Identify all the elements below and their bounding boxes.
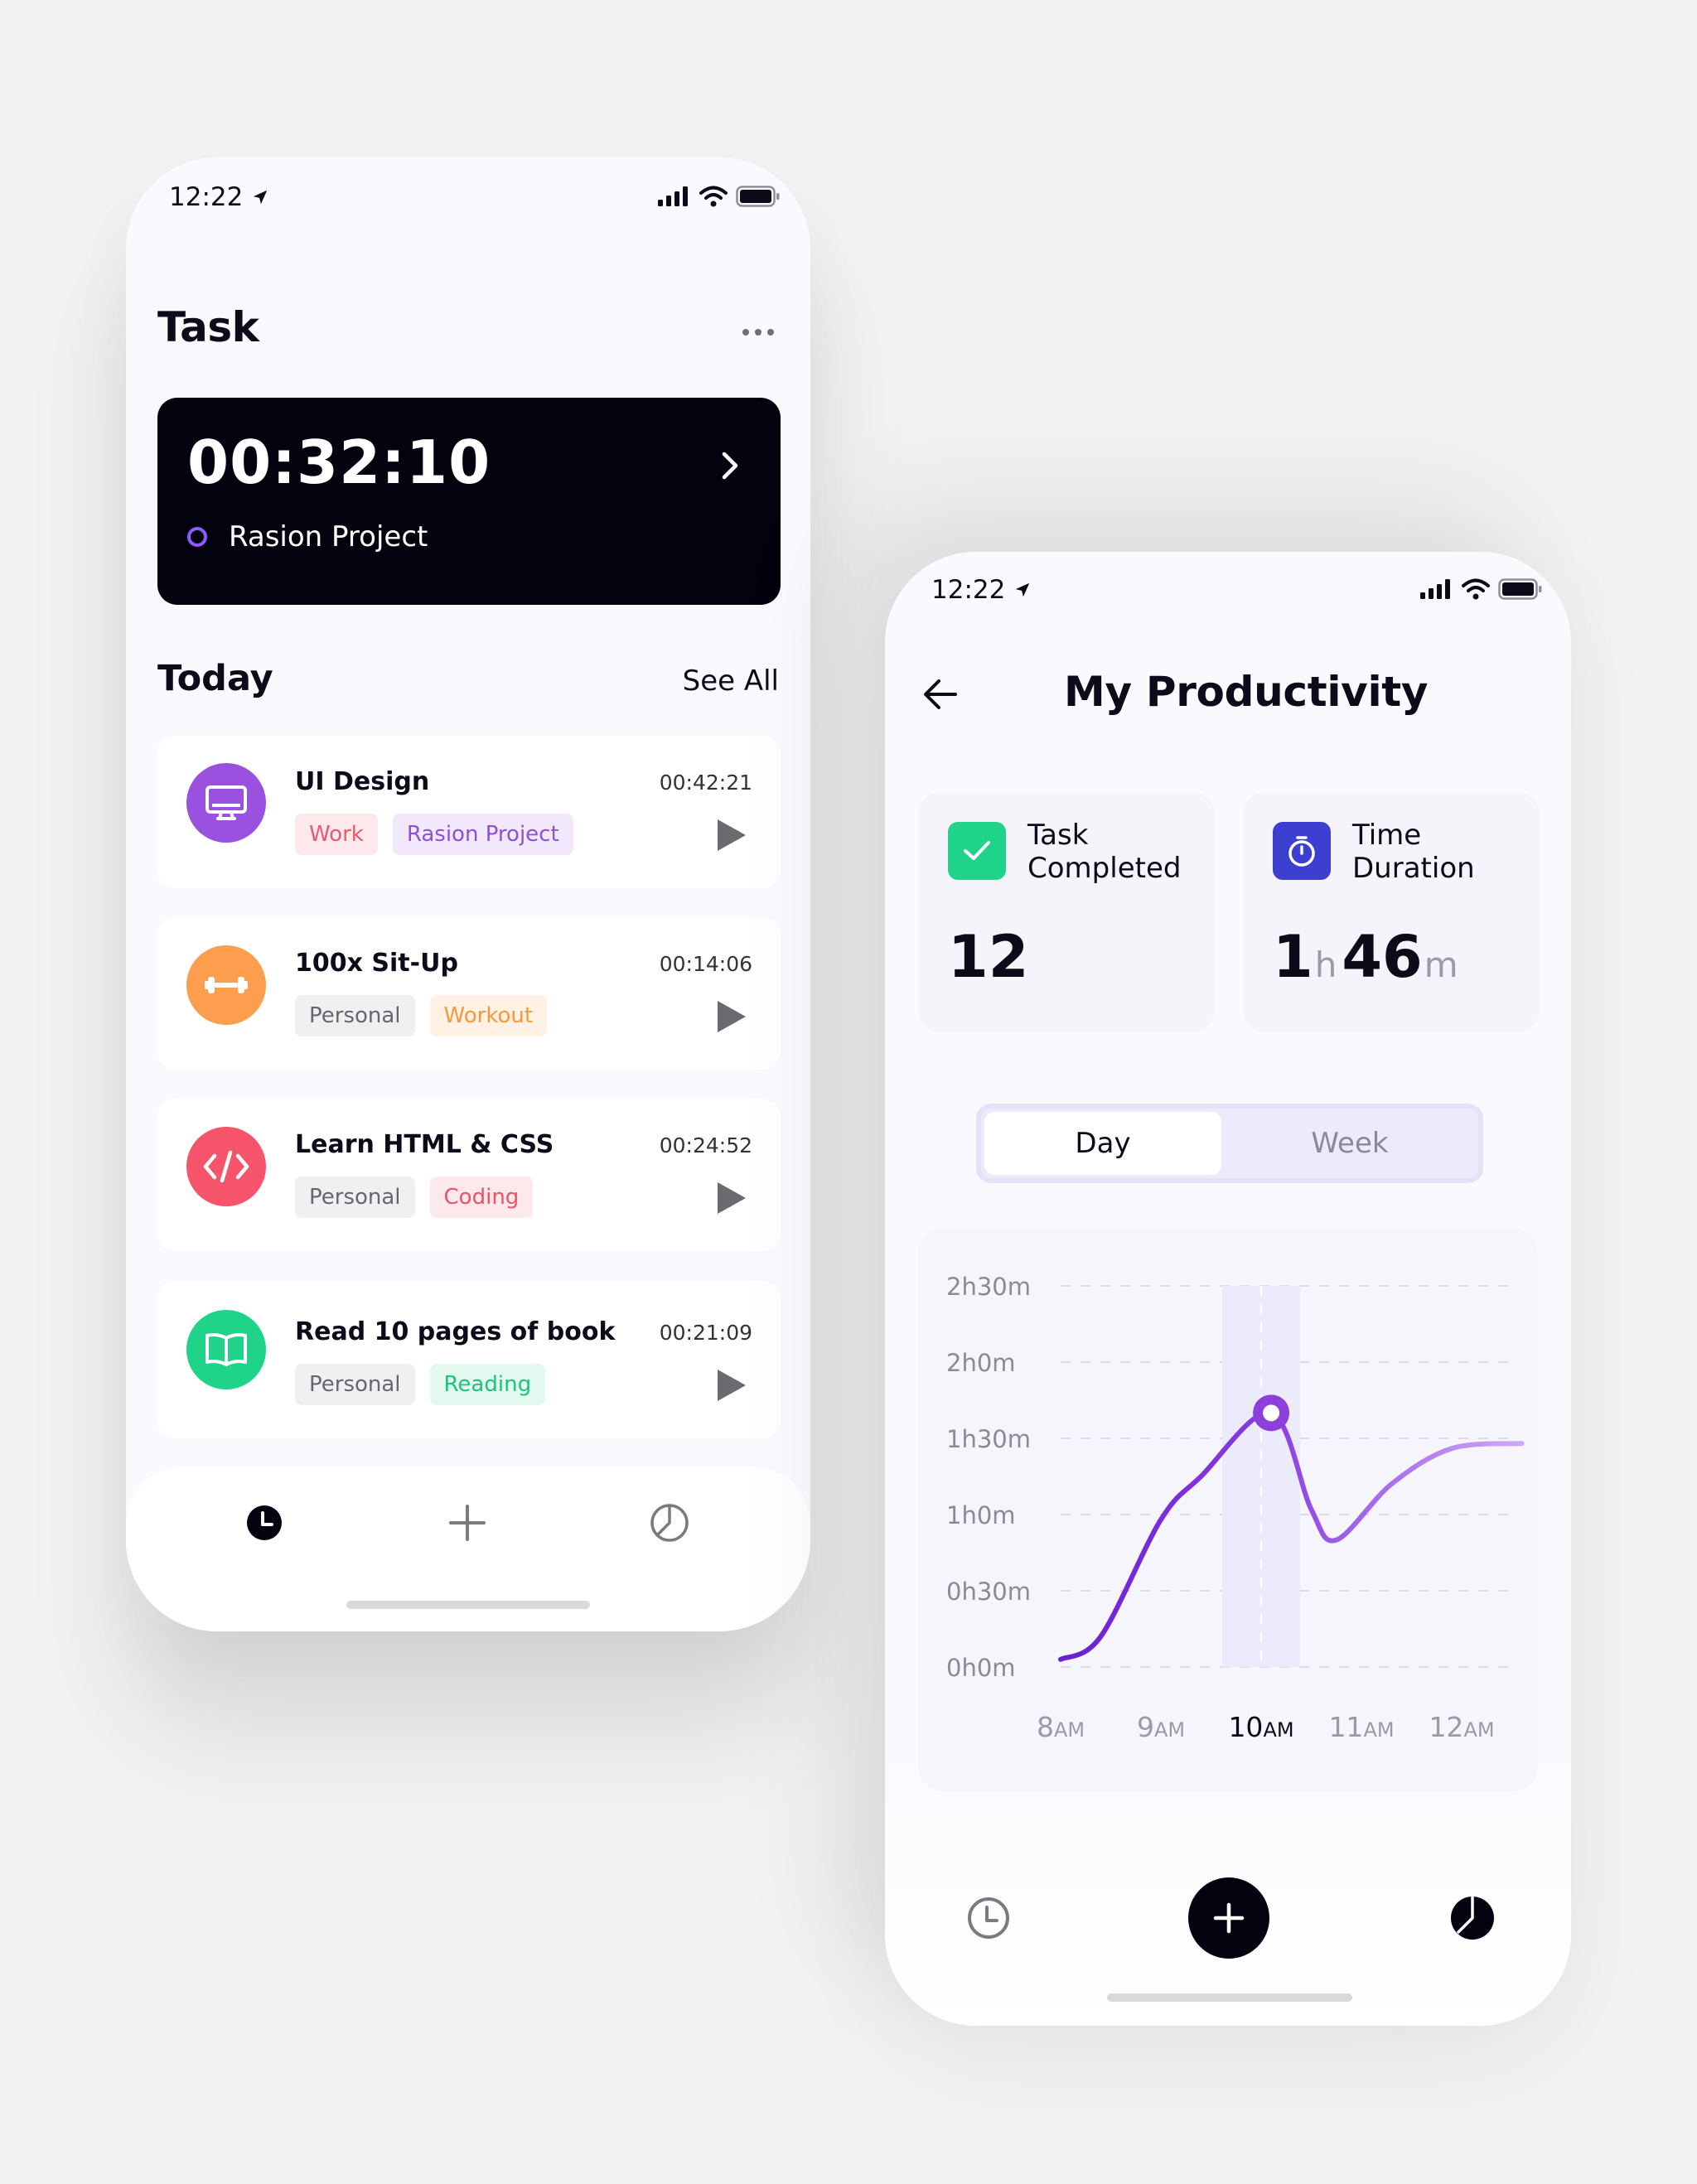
battery-icon	[1498, 578, 1542, 600]
period-segmented-control: Day Week	[976, 1104, 1483, 1183]
task-item-html-css[interactable]: Learn HTML & CSS 00:24:52 Personal Codin…	[157, 1099, 781, 1251]
task-completed-label: Task Completed	[1027, 819, 1182, 885]
segment-day[interactable]: Day	[984, 1112, 1221, 1175]
status-bar-icons	[1420, 578, 1543, 600]
tag-personal: Personal	[295, 995, 415, 1036]
y-tick-label: 2h30m	[946, 1273, 1031, 1301]
task-tags: Personal Coding	[295, 1177, 534, 1218]
task-item-read-book[interactable]: Read 10 pages of book 00:21:09 Personal …	[157, 1281, 781, 1438]
signal-icon	[658, 186, 688, 206]
time-duration-label: Time Duration	[1352, 819, 1475, 885]
play-icon[interactable]	[718, 1370, 746, 1401]
task-name: Read 10 pages of book	[295, 1317, 616, 1346]
tag-project: Rasion Project	[392, 814, 573, 855]
task-item-ui-design[interactable]: UI Design 00:42:21 Work Rasion Project	[157, 736, 781, 888]
task-item-sit-up[interactable]: 100x Sit-Up 00:14:06 Personal Workout	[157, 917, 781, 1070]
more-options-icon[interactable]	[742, 329, 774, 336]
bottom-tab-bar	[126, 1466, 810, 1631]
task-duration: 00:21:09	[659, 1321, 752, 1345]
tag-workout: Workout	[429, 995, 548, 1036]
see-all-link[interactable]: See All	[683, 664, 779, 698]
timer-project: Rasion Project	[187, 520, 428, 553]
play-icon[interactable]	[718, 1182, 746, 1214]
tag-coding: Coding	[429, 1177, 534, 1218]
status-bar-time: 12:22	[931, 575, 1032, 605]
task-tags: Work Rasion Project	[295, 814, 573, 855]
productivity-chart-panel: 2h30m 2h0m 1h30m 1h0m 0h30m 0h0m 8AM 9AM 10AM 11…	[918, 1228, 1538, 1791]
tag-work: Work	[295, 814, 378, 855]
monitor-icon	[186, 763, 266, 843]
task-screen: 12:22 Task 00:32:10 Rasion Project Today…	[126, 157, 810, 1631]
wifi-icon	[699, 186, 728, 207]
task-name: UI Design	[295, 767, 430, 796]
back-arrow-icon[interactable]	[922, 678, 959, 711]
timer-clock-icon[interactable]	[245, 1504, 283, 1542]
productivity-line-chart: 2h30m 2h0m 1h30m 1h0m 0h30m 0h0m 8AM 9AM 10AM 11…	[946, 1273, 1525, 1743]
battery-icon	[736, 186, 780, 207]
stopwatch-icon	[1273, 822, 1331, 880]
task-duration: 00:14:06	[659, 952, 752, 976]
add-icon[interactable]	[448, 1504, 486, 1542]
checkmark-icon	[948, 822, 1006, 880]
code-icon	[186, 1127, 266, 1206]
signal-icon	[1420, 579, 1450, 599]
task-completed-value: 12	[948, 923, 1029, 991]
section-title-today: Today	[157, 658, 273, 699]
plus-icon	[1213, 1902, 1245, 1934]
home-indicator[interactable]	[1107, 1993, 1352, 2002]
status-bar-icons	[658, 186, 781, 207]
task-tags: Personal Workout	[295, 995, 548, 1036]
pie-chart-icon[interactable]	[649, 1502, 690, 1544]
wifi-icon	[1462, 578, 1490, 600]
y-tick-label: 1h30m	[946, 1425, 1031, 1453]
project-ring-icon	[187, 527, 207, 547]
chevron-right-icon[interactable]	[719, 449, 741, 482]
dumbbell-icon	[186, 945, 266, 1025]
status-bar-time: 12:22	[169, 182, 269, 212]
play-icon[interactable]	[718, 1001, 746, 1032]
home-indicator[interactable]	[346, 1601, 590, 1609]
time-duration-value: 1h46m	[1273, 923, 1458, 991]
chart-marker-center	[1263, 1404, 1280, 1422]
timer-value: 00:32:10	[187, 428, 491, 497]
page-title: My Productivity	[1064, 668, 1429, 716]
tag-personal: Personal	[295, 1364, 415, 1405]
active-timer-card[interactable]: 00:32:10 Rasion Project	[157, 398, 781, 605]
pie-chart-icon[interactable]	[1448, 1894, 1496, 1942]
y-tick-label: 1h0m	[946, 1501, 1016, 1529]
location-arrow-icon	[1016, 582, 1030, 597]
page-title: Task	[157, 303, 259, 351]
task-name: 100x Sit-Up	[295, 949, 458, 978]
x-tick-label: 9AM	[1137, 1711, 1185, 1743]
y-tick-label: 0h30m	[946, 1578, 1031, 1606]
bottom-tab-bar	[885, 1828, 1571, 2026]
x-tick-label: 12AM	[1429, 1711, 1494, 1743]
task-duration: 00:24:52	[659, 1133, 752, 1157]
x-tick-label: 8AM	[1037, 1711, 1085, 1743]
timer-project-name: Rasion Project	[229, 520, 428, 553]
task-completed-card: Task Completed 12	[918, 792, 1215, 1032]
location-arrow-icon	[254, 190, 268, 205]
task-tags: Personal Reading	[295, 1364, 546, 1405]
segment-week[interactable]: Week	[1221, 1112, 1478, 1175]
clock-icon[interactable]	[966, 1896, 1011, 1940]
y-tick-label: 0h0m	[946, 1654, 1016, 1682]
task-name: Learn HTML & CSS	[295, 1130, 554, 1159]
productivity-screen: 12:22 My Productivity Task Completed 12 …	[885, 552, 1571, 2026]
time-duration-card: Time Duration 1h46m	[1243, 792, 1540, 1032]
tag-personal: Personal	[295, 1177, 415, 1218]
tag-reading: Reading	[429, 1364, 546, 1405]
y-tick-label: 2h0m	[946, 1349, 1016, 1377]
x-tick-label: 11AM	[1328, 1711, 1394, 1743]
task-duration: 00:42:21	[659, 771, 752, 795]
add-task-button[interactable]	[1188, 1877, 1269, 1959]
book-icon	[186, 1310, 266, 1389]
play-icon[interactable]	[718, 819, 746, 851]
x-tick-label: 10AM	[1228, 1711, 1293, 1743]
